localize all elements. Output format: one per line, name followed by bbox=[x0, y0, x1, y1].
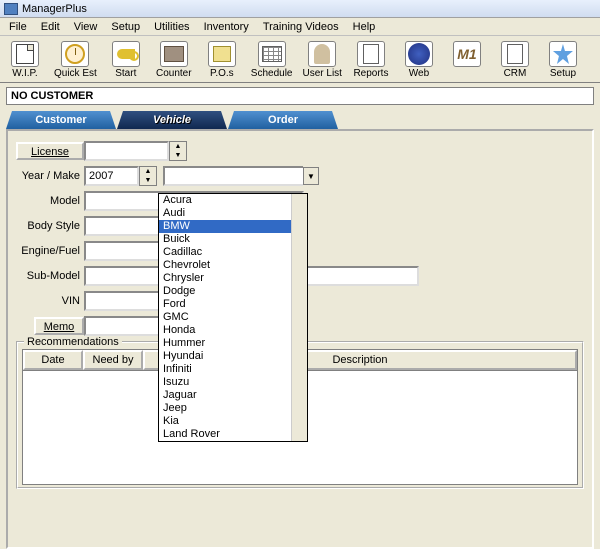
make-option[interactable]: Cadillac bbox=[159, 246, 291, 259]
make-option[interactable]: Jeep bbox=[159, 402, 291, 415]
title-bar: ManagerPlus bbox=[0, 0, 600, 18]
col-date[interactable]: Date bbox=[23, 350, 83, 370]
chevron-up-icon[interactable]: ▲ bbox=[140, 167, 156, 176]
customer-status: NO CUSTOMER bbox=[6, 87, 594, 105]
tab-customer[interactable]: Customer bbox=[6, 111, 116, 129]
user-icon bbox=[308, 41, 336, 67]
make-option[interactable]: Ford bbox=[159, 298, 291, 311]
toolbar-crm[interactable]: CRM bbox=[496, 41, 534, 79]
menu-help[interactable]: Help bbox=[346, 19, 383, 35]
year-input[interactable] bbox=[84, 166, 139, 186]
toolbar-web[interactable]: Web bbox=[400, 41, 438, 79]
page-icon bbox=[11, 41, 39, 67]
app-icon bbox=[4, 3, 18, 15]
make-dropdown-button[interactable]: ▼ bbox=[303, 167, 319, 185]
toolbar-quickest[interactable]: Quick Est bbox=[54, 41, 97, 79]
year-spinner[interactable]: ▲ ▼ bbox=[139, 166, 157, 186]
submodel-label: Sub-Model bbox=[16, 270, 84, 282]
menu-inventory[interactable]: Inventory bbox=[197, 19, 256, 35]
make-option[interactable]: Hummer bbox=[159, 337, 291, 350]
license-input[interactable] bbox=[84, 141, 169, 161]
toolbar-setup[interactable]: Setup bbox=[544, 41, 582, 79]
menu-setup[interactable]: Setup bbox=[104, 19, 147, 35]
license-button[interactable]: License bbox=[16, 142, 84, 160]
make-option[interactable]: GMC bbox=[159, 311, 291, 324]
toolbar-wip[interactable]: W.I.P. bbox=[6, 41, 44, 79]
make-option[interactable]: Chevrolet bbox=[159, 259, 291, 272]
toolbar-label: W.I.P. bbox=[12, 68, 37, 79]
make-option[interactable]: Dodge bbox=[159, 285, 291, 298]
menu-edit[interactable]: Edit bbox=[34, 19, 67, 35]
toolbar-label: Reports bbox=[353, 68, 388, 79]
toolbar-label: Schedule bbox=[251, 68, 293, 79]
vehicle-panel: License ▲ ▼ Year / Make ▲ ▼ ▼ Model Body… bbox=[6, 129, 594, 549]
toolbar-start[interactable]: Start bbox=[107, 41, 145, 79]
menu-file[interactable]: File bbox=[2, 19, 34, 35]
clock-icon bbox=[61, 41, 89, 67]
m1-icon: M1 bbox=[453, 41, 481, 67]
make-input[interactable] bbox=[163, 166, 303, 186]
make-option[interactable]: Isuzu bbox=[159, 376, 291, 389]
toolbar-counter[interactable]: Counter bbox=[155, 41, 193, 79]
toolbar-label: Setup bbox=[550, 68, 576, 79]
chevron-down-icon[interactable]: ▼ bbox=[170, 151, 186, 160]
make-option[interactable]: Land Rover bbox=[159, 428, 291, 441]
toolbar-label: Web bbox=[409, 68, 429, 79]
toolbar-label: CRM bbox=[504, 68, 527, 79]
make-option[interactable]: Jaguar bbox=[159, 389, 291, 402]
reports-icon bbox=[357, 41, 385, 67]
recommendations-title: Recommendations bbox=[24, 336, 122, 348]
model-label: Model bbox=[16, 195, 84, 207]
make-option[interactable]: Audi bbox=[159, 207, 291, 220]
scrollbar[interactable] bbox=[291, 194, 307, 441]
make-dropdown-list: AcuraAudiBMWBuickCadillacChevroletChrysl… bbox=[158, 193, 308, 442]
memo-button[interactable]: Memo bbox=[34, 317, 84, 335]
make-option[interactable]: Acura bbox=[159, 194, 291, 207]
web-icon bbox=[405, 41, 433, 67]
make-option[interactable]: Chrysler bbox=[159, 272, 291, 285]
make-option[interactable]: Honda bbox=[159, 324, 291, 337]
toolbar-label: Counter bbox=[156, 68, 192, 79]
key-icon bbox=[112, 41, 140, 67]
register-icon bbox=[160, 41, 188, 67]
menu-view[interactable]: View bbox=[67, 19, 105, 35]
crm-icon bbox=[501, 41, 529, 67]
make-option[interactable]: Hyundai bbox=[159, 350, 291, 363]
col-needby[interactable]: Need by bbox=[83, 350, 143, 370]
sched-icon bbox=[258, 41, 286, 67]
toolbar-pos[interactable]: P.O.s bbox=[203, 41, 241, 79]
engine-label: Engine/Fuel bbox=[16, 245, 84, 257]
toolbar-userlist[interactable]: User List bbox=[303, 41, 342, 79]
tab-strip: Customer Vehicle Order bbox=[6, 111, 594, 129]
make-option[interactable]: Infiniti bbox=[159, 363, 291, 376]
menu-bar: FileEditViewSetupUtilitiesInventoryTrain… bbox=[0, 18, 600, 36]
toolbar-label: Quick Est bbox=[54, 68, 97, 79]
vin-label: VIN bbox=[16, 295, 84, 307]
tab-vehicle[interactable]: Vehicle bbox=[117, 111, 227, 129]
body-label: Body Style bbox=[16, 220, 84, 232]
toolbar-label: Start bbox=[115, 68, 136, 79]
license-spinner[interactable]: ▲ ▼ bbox=[169, 141, 187, 161]
setup-icon bbox=[549, 41, 577, 67]
toolbar-reports[interactable]: Reports bbox=[352, 41, 390, 79]
toolbar-schedule[interactable]: Schedule bbox=[251, 41, 293, 79]
toolbar-label: P.O.s bbox=[210, 68, 234, 79]
toolbar-label: User List bbox=[303, 68, 342, 79]
chevron-up-icon[interactable]: ▲ bbox=[170, 142, 186, 151]
make-option[interactable]: BMW bbox=[159, 220, 291, 233]
yearmake-label: Year / Make bbox=[16, 170, 84, 182]
make-option[interactable]: Kia bbox=[159, 415, 291, 428]
menu-utilities[interactable]: Utilities bbox=[147, 19, 196, 35]
chevron-down-icon[interactable]: ▼ bbox=[140, 176, 156, 185]
app-title: ManagerPlus bbox=[22, 3, 87, 15]
toolbar-m1[interactable]: M1 bbox=[448, 41, 486, 79]
make-option[interactable]: Buick bbox=[159, 233, 291, 246]
toolbar: W.I.P. Quick Est Start Counter P.O.s Schedule… bbox=[0, 36, 600, 83]
pos-icon bbox=[208, 41, 236, 67]
menu-training-videos[interactable]: Training Videos bbox=[256, 19, 346, 35]
tab-order[interactable]: Order bbox=[228, 111, 338, 129]
